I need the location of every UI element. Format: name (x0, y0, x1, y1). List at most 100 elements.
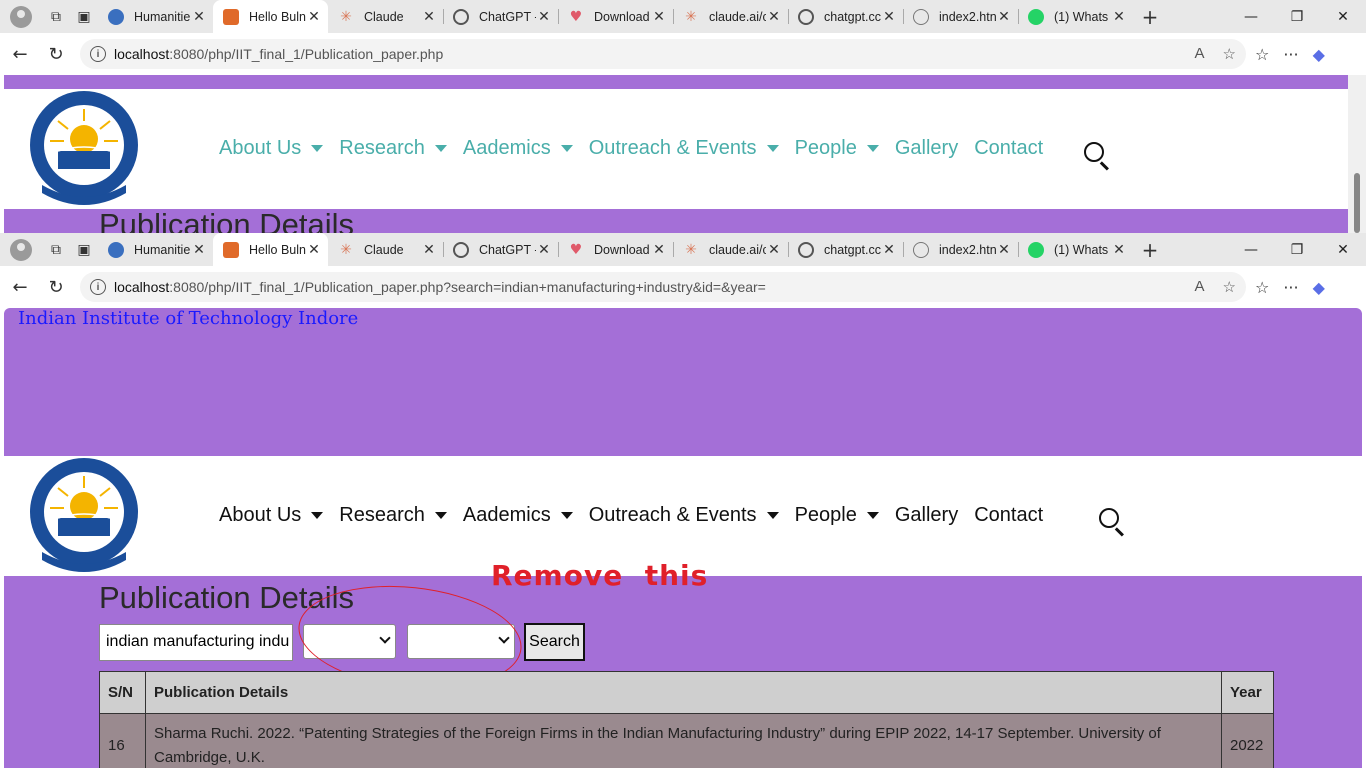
url-path: :8080/php/IIT_final_1/Publication_paper.… (169, 279, 766, 295)
menu-contact[interactable]: Contact (974, 137, 1043, 160)
tab-index2[interactable]: index2.htn ✕ (903, 233, 1018, 266)
close-icon[interactable]: ✕ (421, 242, 437, 258)
tab-hello-buln[interactable]: Hello Buln ✕ (213, 233, 328, 266)
close-icon[interactable]: ✕ (1111, 9, 1127, 25)
tab-claude-ai[interactable]: ✳ claude.ai/c ✕ (673, 233, 788, 266)
profile-icon[interactable] (8, 237, 34, 263)
tab-title: Download (594, 9, 650, 24)
favorite-star-icon[interactable]: ☆ (1223, 278, 1236, 296)
scrollbar[interactable] (1348, 75, 1366, 233)
profile-icon[interactable] (8, 4, 34, 30)
url-field[interactable]: i localhost:8080/php/IIT_final_1/Publica… (80, 39, 1246, 69)
info-icon[interactable]: i (90, 279, 106, 295)
tab-actions-icon[interactable]: ▣ (70, 237, 98, 263)
search-button[interactable]: Search (524, 623, 585, 661)
tab-whatsapp[interactable]: (1) Whats ✕ (1018, 233, 1133, 266)
menu-academics[interactable]: Aademics (463, 137, 573, 160)
close-icon[interactable]: ✕ (191, 9, 207, 25)
menu-contact[interactable]: Contact (974, 504, 1043, 527)
tab-chatgpt[interactable]: ChatGPT - ✕ (443, 233, 558, 266)
search-input[interactable]: indian manufacturing indu (99, 624, 293, 661)
globe-icon (913, 241, 929, 258)
tab-title: Download (594, 242, 650, 257)
cell-details: Sharma Ruchi. 2022. “Patenting Strategie… (145, 713, 1222, 768)
new-tab-button[interactable]: + (1133, 238, 1167, 262)
menu-people[interactable]: People (795, 504, 879, 527)
menu-outreach-events[interactable]: Outreach & Events (589, 504, 779, 527)
favorites-icon[interactable]: ☆ (1255, 278, 1269, 297)
menu-gallery[interactable]: Gallery (895, 504, 958, 527)
menu-gallery[interactable]: Gallery (895, 137, 958, 160)
column-header-details: Publication Details (145, 671, 1222, 714)
close-icon[interactable]: ✕ (996, 242, 1012, 258)
tab-download[interactable]: ♥ Download ✕ (558, 0, 673, 33)
favorites-icon[interactable]: ☆ (1255, 45, 1269, 64)
favorite-star-icon[interactable]: ☆ (1223, 45, 1236, 63)
tab-humanities[interactable]: Humanitie ✕ (98, 0, 213, 33)
close-window-icon[interactable]: ✕ (1320, 242, 1366, 258)
menu-people[interactable]: People (795, 137, 879, 160)
close-icon[interactable]: ✕ (651, 242, 667, 258)
menu-about-us[interactable]: About Us (219, 137, 324, 160)
close-icon[interactable]: ✕ (191, 242, 207, 258)
refresh-icon[interactable]: ↻ (38, 277, 74, 298)
info-icon[interactable]: i (90, 46, 106, 62)
menu-about-us[interactable]: About Us (219, 504, 324, 527)
main-menu: About Us Research Aademics Outreach & Ev… (219, 137, 1059, 160)
more-icon[interactable]: ··· (1283, 278, 1298, 297)
tab-download[interactable]: ♥ Download ✕ (558, 233, 673, 266)
copilot-icon[interactable]: ◆ (1313, 278, 1325, 297)
scrollbar-thumb[interactable] (1354, 173, 1360, 233)
caret-down-icon (311, 512, 324, 519)
search-icon[interactable] (1099, 508, 1127, 537)
read-aloud-icon[interactable]: A (1195, 45, 1205, 63)
xampp-icon (223, 8, 239, 25)
close-icon[interactable]: ✕ (996, 9, 1012, 25)
new-tab-button[interactable]: + (1133, 5, 1167, 29)
collections-icon[interactable]: ⧉ (42, 237, 70, 263)
menu-outreach-events[interactable]: Outreach & Events (589, 137, 779, 160)
url-path: :8080/php/IIT_final_1/Publication_paper.… (169, 46, 444, 62)
minimize-icon[interactable]: — (1228, 242, 1274, 258)
collections-icon[interactable]: ⧉ (42, 4, 70, 30)
back-icon[interactable]: ← (2, 277, 38, 298)
back-icon[interactable]: ← (2, 44, 38, 65)
close-icon[interactable]: ✕ (766, 9, 782, 25)
close-icon[interactable]: ✕ (766, 242, 782, 258)
tab-claude-ai[interactable]: ✳ claude.ai/c ✕ (673, 0, 788, 33)
search-icon[interactable] (1084, 142, 1112, 171)
tab-chatgpt-com[interactable]: chatgpt.cc ✕ (788, 233, 903, 266)
chatgpt-icon (798, 241, 814, 258)
tab-index2[interactable]: index2.htn ✕ (903, 0, 1018, 33)
tab-hello-buln[interactable]: Hello Buln ✕ (213, 0, 328, 33)
more-icon[interactable]: ··· (1283, 45, 1298, 64)
minimize-icon[interactable]: — (1228, 9, 1274, 25)
tab-claude[interactable]: ✳ Claude ✕ (328, 0, 443, 33)
close-icon[interactable]: ✕ (536, 242, 552, 258)
close-icon[interactable]: ✕ (881, 242, 897, 258)
close-icon[interactable]: ✕ (651, 9, 667, 25)
tab-claude[interactable]: ✳ Claude ✕ (328, 233, 443, 266)
read-aloud-icon[interactable]: A (1195, 278, 1205, 296)
menu-research[interactable]: Research (339, 504, 447, 527)
menu-research[interactable]: Research (339, 137, 447, 160)
close-icon[interactable]: ✕ (536, 9, 552, 25)
close-window-icon[interactable]: ✕ (1320, 9, 1366, 25)
tab-chatgpt[interactable]: ChatGPT - ✕ (443, 0, 558, 33)
close-icon[interactable]: ✕ (306, 9, 322, 25)
menu-academics[interactable]: Aademics (463, 504, 573, 527)
close-icon[interactable]: ✕ (421, 9, 437, 25)
site-title-link[interactable]: Indian Institute of Technology Indore (18, 308, 358, 329)
refresh-icon[interactable]: ↻ (38, 44, 74, 65)
url-field[interactable]: i localhost:8080/php/IIT_final_1/Publica… (80, 272, 1246, 302)
close-icon[interactable]: ✕ (306, 242, 322, 258)
tab-actions-icon[interactable]: ▣ (70, 4, 98, 30)
close-icon[interactable]: ✕ (1111, 242, 1127, 258)
copilot-icon[interactable]: ◆ (1313, 45, 1325, 64)
close-icon[interactable]: ✕ (881, 9, 897, 25)
tab-chatgpt-com[interactable]: chatgpt.cc ✕ (788, 0, 903, 33)
restore-icon[interactable]: ❐ (1274, 9, 1320, 25)
tab-whatsapp[interactable]: (1) Whats ✕ (1018, 0, 1133, 33)
restore-icon[interactable]: ❐ (1274, 242, 1320, 258)
tab-humanities[interactable]: Humanitie ✕ (98, 233, 213, 266)
